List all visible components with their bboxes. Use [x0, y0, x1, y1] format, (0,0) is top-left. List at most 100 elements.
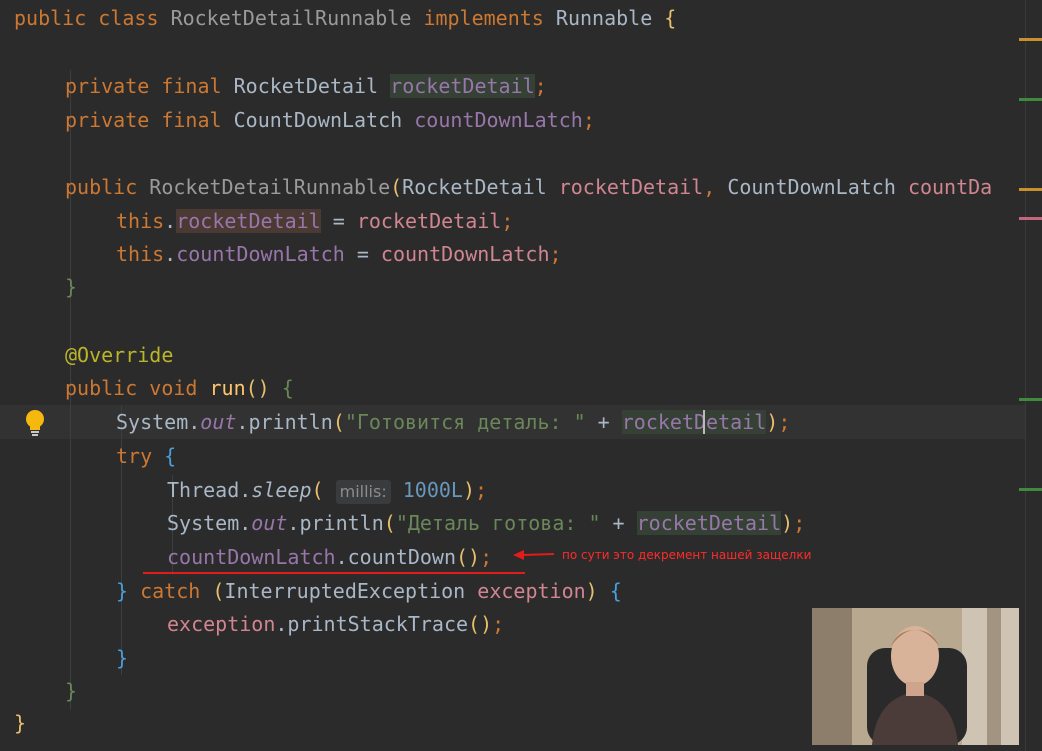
code-line-3[interactable]: private final RocketDetail rocketDetail; — [65, 69, 547, 103]
type-name: InterruptedException — [224, 579, 466, 603]
code-line-19[interactable]: exception.printStackTrace(); — [167, 607, 504, 641]
paren: ( — [390, 175, 403, 199]
paren: ) — [585, 579, 598, 603]
stripe-mark[interactable] — [1019, 188, 1042, 191]
keyword: public — [65, 175, 138, 199]
semicolon: ; — [475, 478, 488, 502]
field-name: countDownLatch — [176, 242, 345, 266]
keyword: try — [116, 444, 153, 468]
operator: + — [585, 410, 622, 434]
code-line-11[interactable]: @Override — [65, 338, 173, 372]
stripe-mark[interactable] — [1019, 38, 1042, 41]
brace: { — [281, 376, 294, 400]
annotation: @Override — [65, 343, 174, 367]
code-line-1[interactable]: public class RocketDetailRunnable implem… — [14, 1, 676, 35]
stripe-mark[interactable] — [1019, 488, 1042, 491]
keyword: void — [149, 376, 198, 400]
code-line-14[interactable]: try { — [116, 439, 176, 473]
brace: { — [164, 444, 177, 468]
type-name: CountDownLatch — [727, 175, 896, 199]
interface-name: Runnable — [555, 6, 653, 30]
field-name: rocketDetail — [176, 209, 321, 233]
keyword: public — [65, 376, 138, 400]
field-name: rocketDetail — [621, 410, 767, 434]
code-line-7[interactable]: this.rocketDetail = rocketDetail; — [116, 204, 513, 238]
code-line-15[interactable]: Thread.sleep( millis: 1000L); — [167, 473, 487, 507]
type-name: CountDownLatch — [233, 108, 403, 132]
method-name: countDown — [347, 545, 456, 569]
semicolon: ; — [793, 511, 806, 535]
code-line-21[interactable]: } — [65, 674, 77, 708]
class-name: System — [116, 410, 189, 434]
parameter-name: exception — [167, 612, 276, 636]
error-stripe[interactable] — [1025, 0, 1042, 751]
code-line-22[interactable]: } — [14, 706, 26, 740]
brace: } — [116, 646, 129, 670]
semicolon: ; — [501, 209, 514, 233]
keyword: catch — [140, 579, 201, 603]
stripe-mark[interactable] — [1019, 217, 1042, 220]
parameter-name: countDa — [907, 175, 993, 199]
paren: ( — [332, 410, 345, 434]
semicolon: ; — [778, 410, 791, 434]
code-line-6[interactable]: public RocketDetailRunnable(RocketDetail… — [65, 170, 992, 204]
paren: ( — [383, 511, 396, 535]
dot: . — [164, 209, 177, 233]
brace: { — [609, 579, 622, 603]
parameter-name: rocketDetail — [356, 209, 502, 233]
keyword: final — [161, 74, 222, 98]
static-field: out — [200, 410, 237, 434]
code-line-20[interactable]: } — [116, 641, 128, 675]
webcam-overlay — [812, 608, 1019, 745]
paren: () — [245, 376, 270, 400]
field-name: countDownLatch — [414, 108, 583, 132]
dot: . — [164, 242, 177, 266]
operator: = — [344, 242, 381, 266]
stripe-mark[interactable] — [1019, 398, 1042, 401]
field-name: countDownLatch — [167, 545, 336, 569]
code-line-8[interactable]: this.countDownLatch = countDownLatch; — [116, 237, 562, 271]
semicolon: ; — [492, 612, 505, 636]
paren: ) — [781, 511, 794, 535]
keyword: private — [65, 74, 150, 98]
type-name: RocketDetail — [233, 74, 379, 98]
keyword: final — [161, 108, 222, 132]
static-field: out — [251, 511, 288, 535]
code-line-12[interactable]: public void run() { — [65, 371, 294, 405]
code-line-16[interactable]: System.out.println("Деталь готова: " + r… — [167, 506, 805, 540]
dot: . — [335, 545, 348, 569]
annotation-underline — [143, 572, 525, 574]
code-line-17[interactable]: countDownLatch.countDown(); — [167, 540, 492, 574]
field-name: rocketDetail — [390, 74, 535, 98]
method-name: run — [209, 376, 246, 400]
brace: { — [664, 6, 677, 30]
code-editor[interactable]: public class RocketDetailRunnable implem… — [0, 0, 1042, 751]
semicolon: ; — [549, 242, 562, 266]
lightbulb-icon[interactable] — [22, 408, 48, 441]
brace: } — [65, 679, 78, 703]
semicolon: ; — [582, 108, 595, 132]
type-name: RocketDetail — [402, 175, 547, 199]
stripe-mark[interactable] — [1019, 98, 1042, 101]
dot: . — [275, 612, 288, 636]
constructor-name: RocketDetailRunnable — [149, 175, 391, 199]
code-line-13[interactable]: System.out.println("Готовится деталь: " … — [116, 405, 790, 439]
annotation-note: по сути это декремент нашей защелки — [562, 548, 812, 562]
method-name: printStackTrace — [287, 612, 469, 636]
paren: ( — [212, 579, 225, 603]
string-literal: "Готовится деталь: " — [344, 410, 586, 434]
paren: () — [456, 545, 481, 569]
code-line-9[interactable]: } — [65, 270, 77, 304]
dot: . — [236, 410, 249, 434]
paren: ) — [766, 410, 779, 434]
dot: . — [239, 511, 252, 535]
operator: = — [320, 209, 357, 233]
code-line-18[interactable]: } catch (InterruptedException exception)… — [116, 574, 622, 608]
parameter-name: countDownLatch — [380, 242, 550, 266]
code-line-4[interactable]: private final CountDownLatch countDownLa… — [65, 103, 595, 137]
operator: + — [600, 511, 637, 535]
class-name: System — [167, 511, 240, 535]
red-arrow-icon — [512, 543, 556, 567]
parameter-name: rocketDetail — [558, 175, 704, 199]
method-name: println — [299, 511, 384, 535]
